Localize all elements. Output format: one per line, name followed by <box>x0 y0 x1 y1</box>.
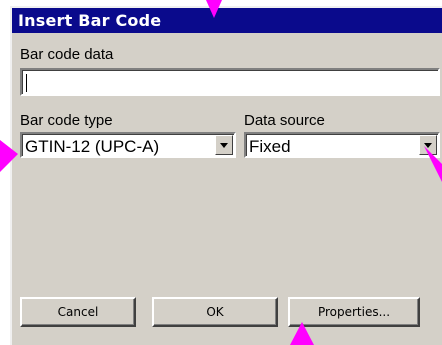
callout-pointer-icon <box>290 322 314 345</box>
cancel-button[interactable]: Cancel <box>20 297 136 327</box>
callout-pointer-icon <box>206 0 222 18</box>
ok-button[interactable]: OK <box>152 297 278 327</box>
barcode-data-input[interactable] <box>20 68 440 96</box>
insert-bar-code-dialog: Insert Bar Code Bar code data Bar code t… <box>10 6 442 345</box>
chevron-down-icon <box>220 143 228 148</box>
data-source-label: Data source <box>244 112 325 129</box>
callout-pointer-icon <box>0 140 18 172</box>
barcode-type-dropdown-button[interactable] <box>215 135 233 155</box>
barcode-type-value: GTIN-12 (UPC-A) <box>25 137 160 156</box>
data-source-value: Fixed <box>249 137 291 156</box>
dialog-title: Insert Bar Code <box>12 8 442 33</box>
data-source-select[interactable]: Fixed <box>244 132 440 158</box>
screenshot-stage: Insert Bar Code Bar code data Bar code t… <box>0 0 442 345</box>
barcode-data-label: Bar code data <box>20 46 114 63</box>
barcode-type-label: Bar code type <box>20 112 113 129</box>
callout-pointer-icon <box>424 146 442 182</box>
text-caret <box>26 74 27 92</box>
barcode-type-select[interactable]: GTIN-12 (UPC-A) <box>20 132 236 158</box>
